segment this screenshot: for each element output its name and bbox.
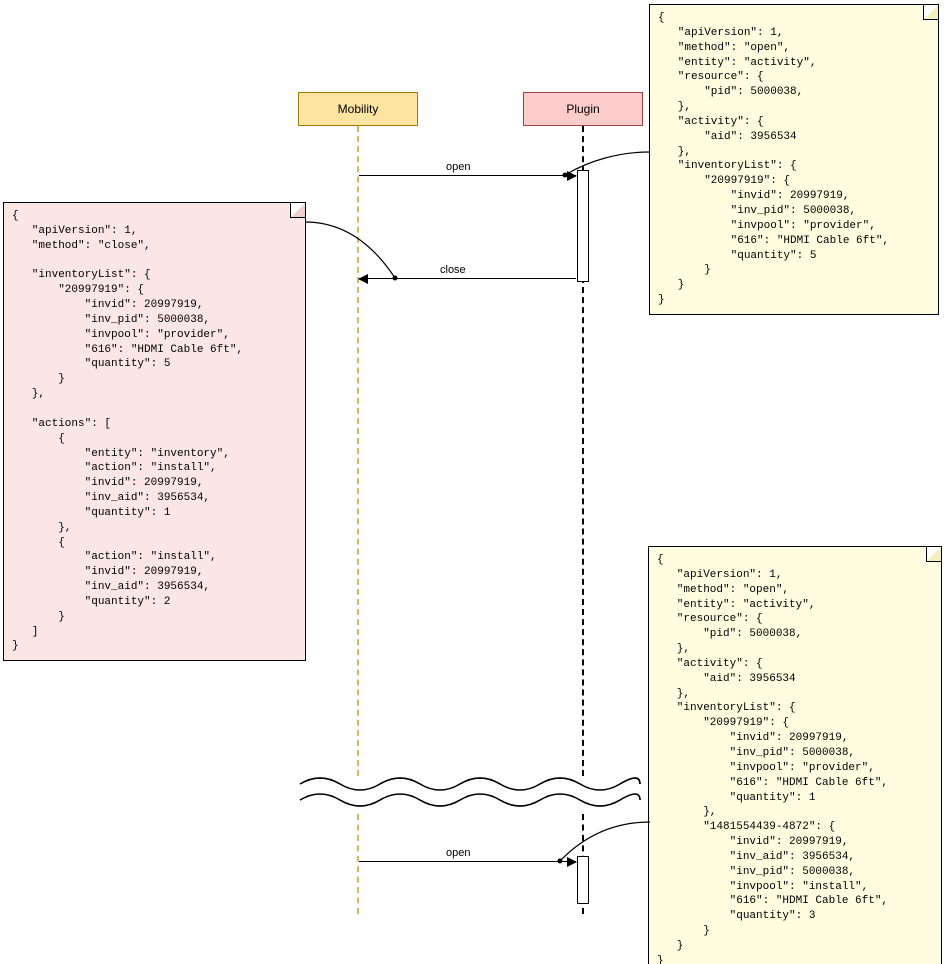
message-open-1-label: open [446, 161, 470, 173]
participant-mobility-label: Mobility [338, 102, 379, 116]
time-break [300, 772, 640, 812]
note-open-1: { "apiVersion": 1, "method": "open", "en… [649, 4, 939, 315]
lifeline-mobility-lower [357, 814, 359, 914]
activation-plugin-1 [577, 170, 589, 282]
message-open-2 [359, 861, 576, 862]
note-open-2: { "apiVersion": 1, "method": "open", "en… [648, 546, 942, 964]
connector-note-close [300, 220, 410, 290]
note-close: { "apiVersion": 1, "method": "close", "i… [3, 202, 306, 661]
participant-mobility: Mobility [298, 92, 418, 126]
message-open-1 [359, 175, 576, 176]
message-close-label: close [440, 264, 466, 276]
message-close [359, 278, 576, 279]
message-open-2-label: open [446, 847, 470, 859]
participant-plugin: Plugin [523, 92, 643, 126]
lifeline-mobility-upper [357, 126, 359, 776]
activation-plugin-2 [577, 856, 589, 904]
participant-plugin-label: Plugin [566, 102, 599, 116]
